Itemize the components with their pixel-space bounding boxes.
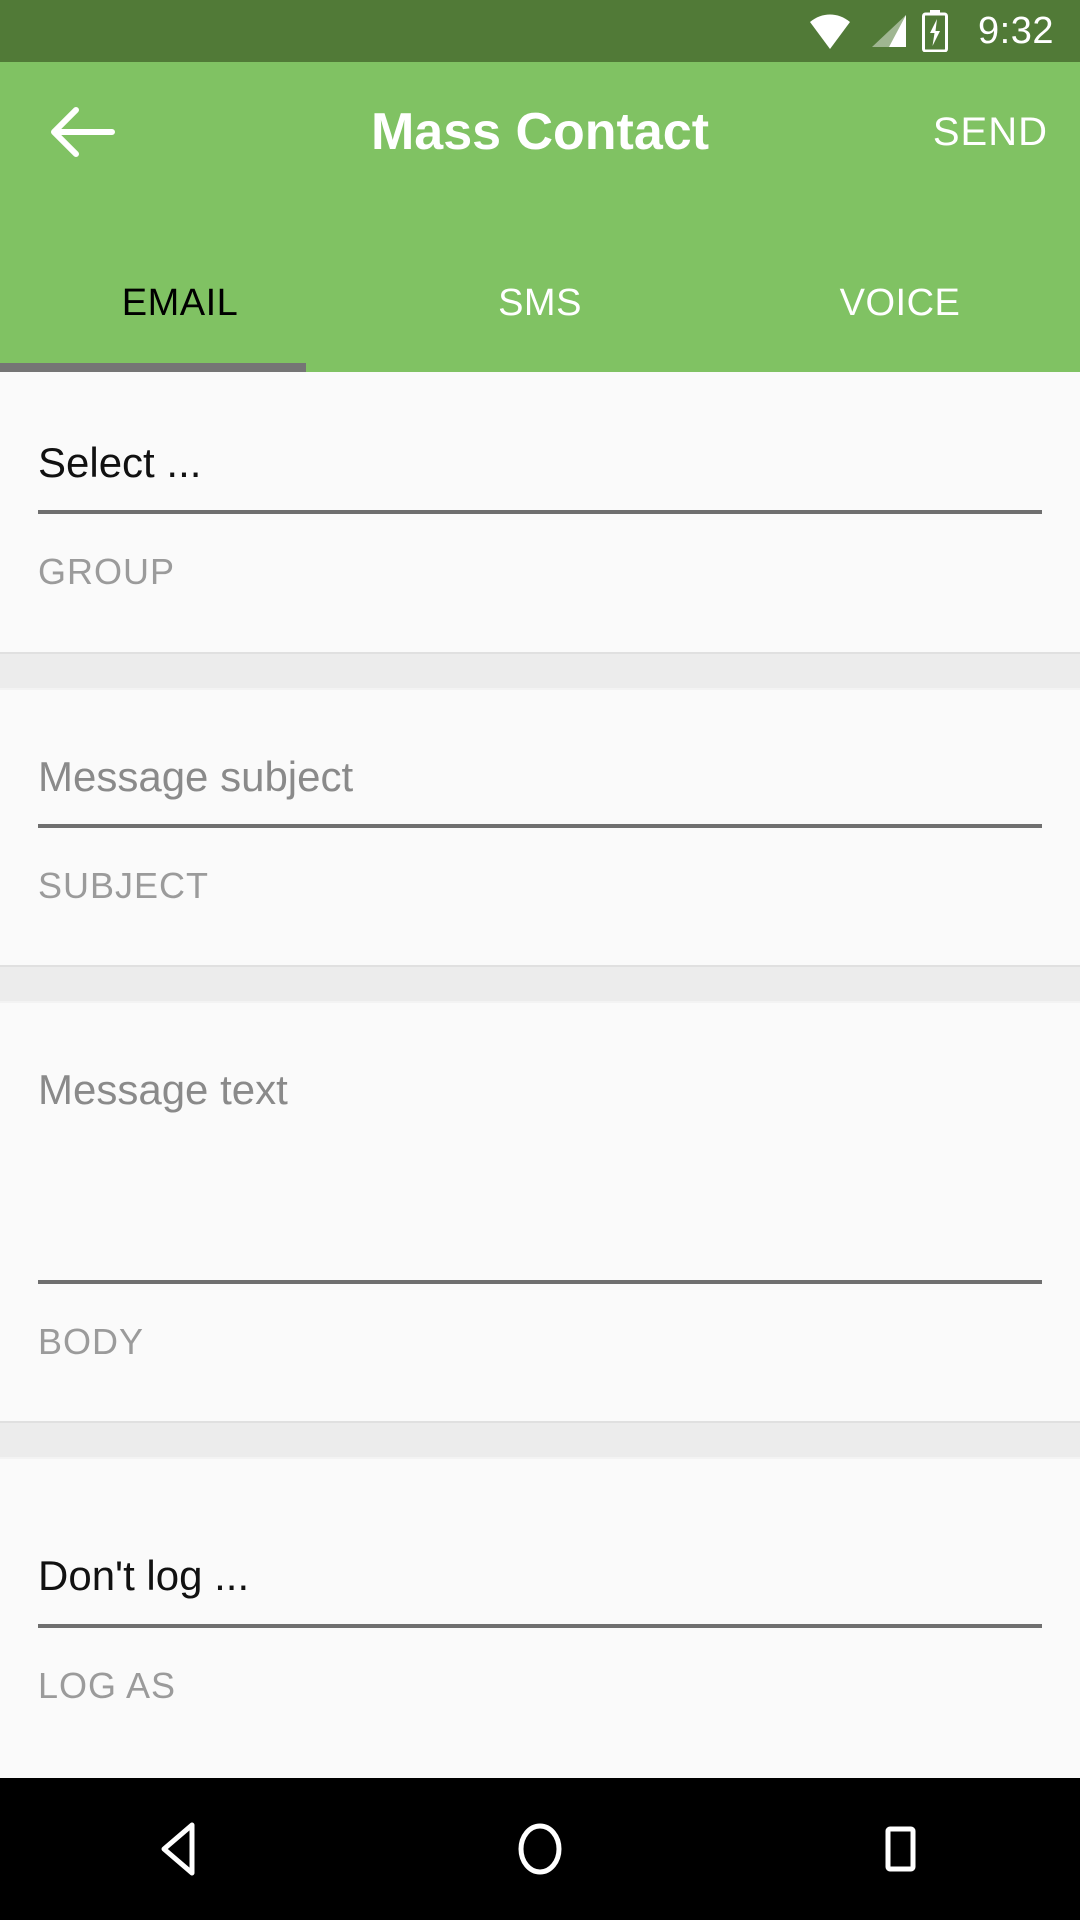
subject-section: Message subject SUBJECT [0,689,1080,966]
body-field[interactable]: Message text BODY [0,1065,1080,1421]
page-title: Mass Contact [370,103,710,161]
section-separator-2 [0,965,1080,1004]
status-time: 9:32 [978,10,1054,52]
body-caption: BODY [38,1321,145,1363]
log-as-select-value[interactable]: Don't log ... [38,1551,1042,1601]
log-as-section: Don't log ... LOG AS [0,1459,1080,1747]
group-caption: GROUP [38,551,176,593]
group-section: Select ... GROUP [0,372,1080,652]
subject-field[interactable]: Message subject SUBJECT [0,752,1080,966]
tab-sms[interactable]: SMS [360,247,720,372]
body-placeholder: Message text [38,1066,288,1114]
wifi-icon [810,14,851,49]
log-as-underline [38,1623,1042,1628]
phone-screen: 9:32 Mass Contact SEND EMAIL SMS VOICE S… [0,0,1080,1920]
tab-bar: EMAIL SMS VOICE [0,247,1080,372]
group-select-value[interactable]: Select ... [38,438,1042,488]
recents-square-icon [885,1826,916,1872]
tab-voice[interactable]: VOICE [720,247,1080,372]
nav-back-button[interactable] [0,1778,360,1920]
home-circle-icon [518,1823,562,1875]
subject-caption: SUBJECT [38,864,210,906]
nav-home-button[interactable] [360,1778,720,1920]
body-textarea[interactable]: Message text [38,1065,1042,1280]
tab-indicator [0,363,306,372]
status-icons: 9:32 [808,10,1054,52]
group-underline [38,510,1042,515]
section-separator-1 [0,651,1080,690]
section-separator-3 [0,1421,1080,1460]
status-bar: 9:32 [0,0,1080,62]
app-bar: Mass Contact SEND [0,62,1080,247]
subject-underline [38,823,1042,828]
battery-charging-icon [922,10,949,52]
cellular-signal-icon [872,15,907,47]
back-triangle-icon [161,1822,195,1876]
send-button[interactable]: SEND [933,102,1048,162]
body-underline [38,1280,1042,1285]
subject-input[interactable]: Message subject [38,752,1042,802]
system-navigation-bar [0,1778,1080,1920]
body-section: Message text BODY [0,1003,1080,1422]
log-as-caption: LOG AS [38,1664,177,1706]
nav-recents-button[interactable] [720,1778,1080,1920]
log-as-field[interactable]: Don't log ... LOG AS [0,1551,1080,1747]
tab-email[interactable]: EMAIL [0,247,360,372]
form-content: Select ... GROUP Message subject SUBJECT… [0,372,1080,1778]
tab-list: EMAIL SMS VOICE [0,247,1080,372]
group-field[interactable]: Select ... GROUP [0,438,1080,652]
